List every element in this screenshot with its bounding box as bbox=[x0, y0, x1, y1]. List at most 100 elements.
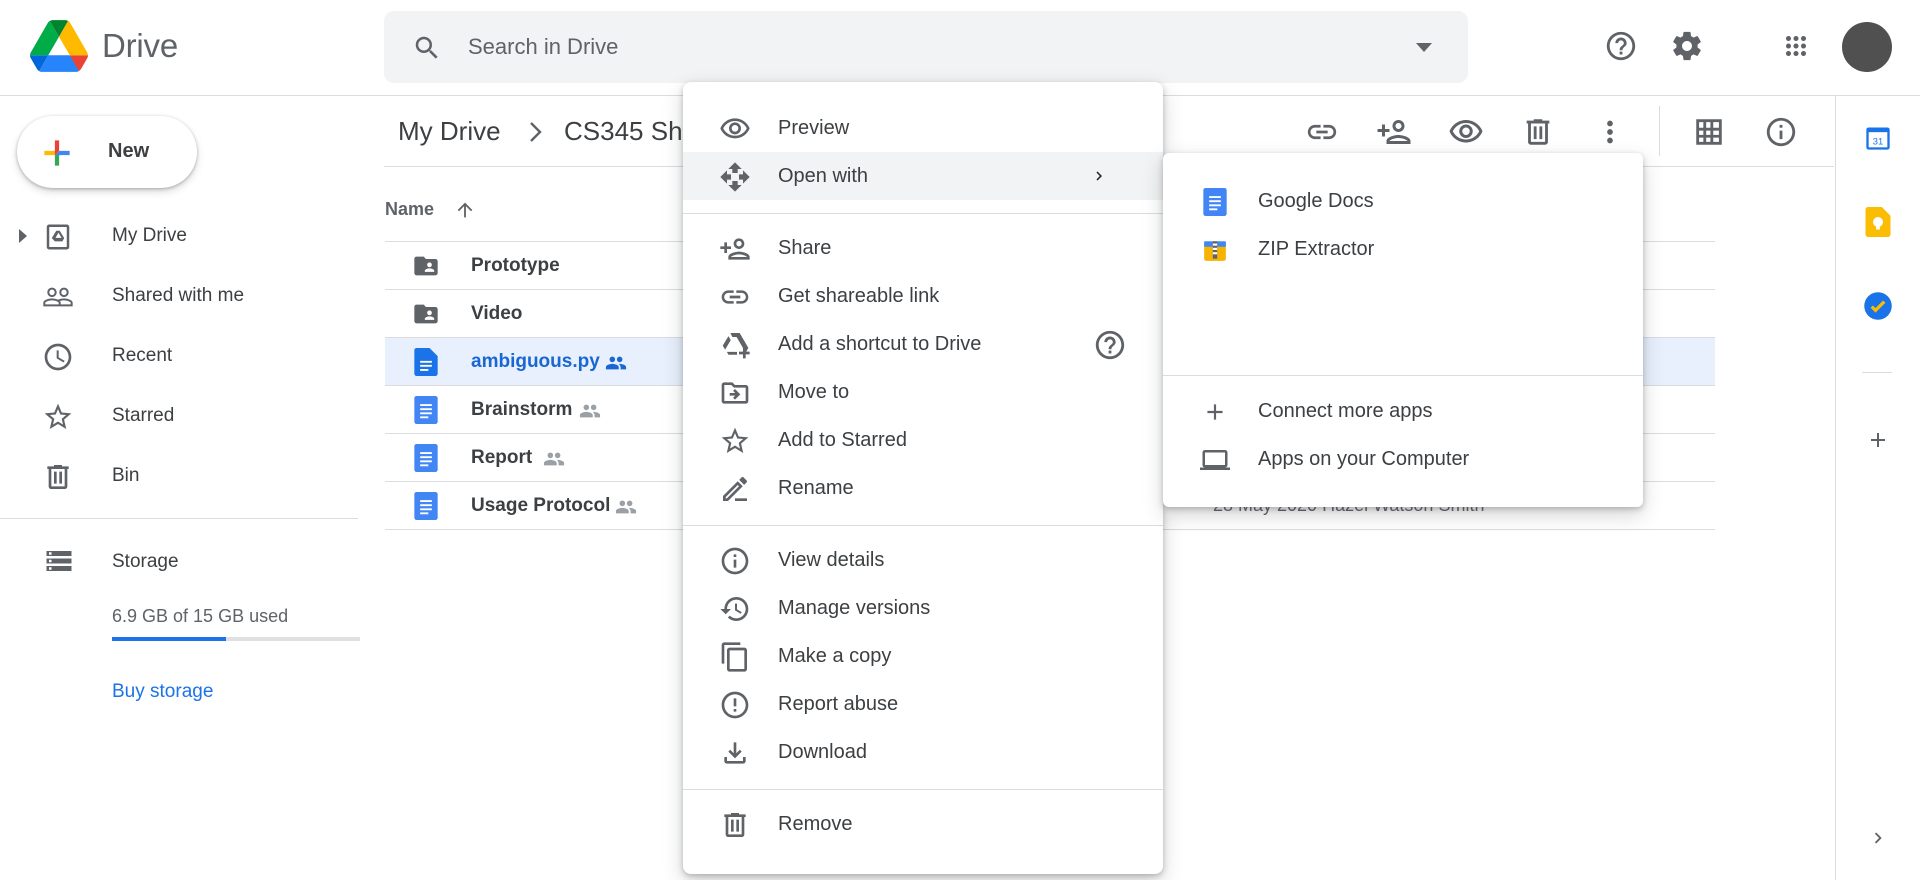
submenu-item-label: ZIP Extractor bbox=[1258, 238, 1375, 260]
menu-item-add-shortcut[interactable]: Add a shortcut to Drive bbox=[683, 320, 1163, 368]
sidebar-item-label: My Drive bbox=[112, 225, 187, 246]
menu-item-view-details[interactable]: View details bbox=[683, 536, 1163, 584]
apps-grid-icon[interactable] bbox=[1776, 26, 1816, 66]
grid-view-icon[interactable] bbox=[1689, 112, 1729, 152]
file-name: Prototype bbox=[471, 255, 560, 276]
calendar-icon[interactable]: 31 bbox=[1858, 118, 1898, 158]
svg-text:31: 31 bbox=[1873, 136, 1883, 146]
submenu-item-connect-more-apps[interactable]: Connect more apps bbox=[1163, 387, 1643, 435]
search-input[interactable] bbox=[468, 11, 1348, 83]
menu-item-remove[interactable]: Remove bbox=[683, 800, 1163, 848]
add-addon-icon[interactable] bbox=[1858, 420, 1898, 460]
menu-item-rename[interactable]: Rename bbox=[683, 464, 1163, 512]
storage-progress-fill bbox=[112, 637, 227, 641]
submenu-item-label: Google Docs bbox=[1258, 190, 1374, 212]
info-icon[interactable] bbox=[1761, 112, 1801, 152]
doc-file-icon bbox=[411, 492, 441, 520]
history-icon bbox=[719, 593, 751, 625]
sort-arrow-up-icon[interactable] bbox=[454, 199, 476, 221]
star-icon bbox=[719, 425, 751, 457]
drive-logo-icon[interactable] bbox=[30, 20, 88, 72]
column-header-name[interactable]: Name bbox=[385, 199, 434, 220]
zip-extractor-icon bbox=[1199, 234, 1231, 266]
keep-icon[interactable] bbox=[1858, 202, 1898, 242]
eye-icon bbox=[719, 113, 751, 145]
add-person-icon bbox=[719, 233, 751, 265]
clock-icon bbox=[42, 341, 74, 373]
file-name: Video bbox=[471, 303, 523, 324]
menu-item-make-a-copy[interactable]: Make a copy bbox=[683, 632, 1163, 680]
sidebar-item-shared-with-me[interactable]: Shared with me bbox=[0, 271, 358, 319]
add-person-icon[interactable] bbox=[1374, 112, 1414, 152]
menu-divider bbox=[683, 213, 1163, 214]
storage-label[interactable]: Storage bbox=[112, 551, 179, 573]
open-with-icon bbox=[719, 161, 751, 193]
file-name: Usage Protocol bbox=[471, 495, 611, 516]
menu-item-label: Report abuse bbox=[778, 693, 899, 715]
submenu-item-label: Apps on your Computer bbox=[1258, 448, 1470, 470]
search-options-icon[interactable] bbox=[1416, 43, 1432, 53]
storage-progress-bar bbox=[112, 637, 360, 641]
sidebar-divider bbox=[0, 518, 358, 519]
settings-icon[interactable] bbox=[1667, 26, 1707, 66]
search-bar[interactable] bbox=[384, 11, 1468, 83]
file-name: Brainstorm bbox=[471, 399, 573, 420]
submenu-item-label: Connect more apps bbox=[1258, 400, 1433, 422]
shared-folder-icon bbox=[411, 300, 441, 328]
eye-icon[interactable] bbox=[1446, 112, 1486, 152]
menu-divider bbox=[683, 789, 1163, 790]
shared-people-icon bbox=[579, 404, 601, 418]
menu-item-label: Make a copy bbox=[778, 645, 892, 667]
side-panel-divider bbox=[1835, 96, 1836, 880]
chevron-right-icon bbox=[1096, 171, 1102, 181]
expand-panel-icon[interactable] bbox=[1858, 818, 1898, 858]
breadcrumb-my-drive[interactable]: My Drive bbox=[398, 116, 501, 147]
submenu-item-google-docs[interactable]: Google Docs bbox=[1163, 177, 1643, 225]
account-avatar[interactable] bbox=[1842, 22, 1892, 72]
menu-item-download[interactable]: Download bbox=[683, 728, 1163, 776]
sidebar-item-label: Shared with me bbox=[112, 285, 245, 306]
menu-item-label: Manage versions bbox=[778, 597, 931, 619]
menu-item-label: Remove bbox=[778, 813, 853, 835]
menu-divider bbox=[683, 525, 1163, 526]
link-icon[interactable] bbox=[1302, 112, 1342, 152]
sidebar-item-recent[interactable]: Recent bbox=[0, 331, 358, 379]
chevron-right-icon bbox=[530, 122, 542, 142]
toolbar-divider bbox=[1659, 106, 1660, 156]
menu-item-label: Rename bbox=[778, 477, 854, 499]
storage-icon bbox=[46, 551, 72, 571]
help-icon[interactable] bbox=[1093, 328, 1127, 362]
new-button-label: New bbox=[108, 140, 150, 162]
menu-item-move-to[interactable]: Move to bbox=[683, 368, 1163, 416]
menu-item-open-with[interactable]: Open with bbox=[683, 152, 1163, 200]
menu-item-get-shareable-link[interactable]: Get shareable link bbox=[683, 272, 1163, 320]
menu-item-label: Move to bbox=[778, 381, 850, 403]
sidebar-item-my-drive[interactable]: My Drive bbox=[0, 211, 358, 259]
submenu-divider bbox=[1163, 375, 1643, 376]
menu-item-share[interactable]: Share bbox=[683, 224, 1163, 272]
search-icon[interactable] bbox=[412, 33, 442, 63]
menu-item-label: Download bbox=[778, 741, 867, 763]
menu-item-add-to-starred[interactable]: Add to Starred bbox=[683, 416, 1163, 464]
info-icon bbox=[719, 545, 751, 577]
submenu-item-apps-on-computer[interactable]: Apps on your Computer bbox=[1163, 435, 1643, 483]
menu-item-preview[interactable]: Preview bbox=[683, 104, 1163, 152]
plus-icon bbox=[1199, 396, 1231, 428]
menu-item-report-abuse[interactable]: Report abuse bbox=[683, 680, 1163, 728]
menu-item-label: Open with bbox=[778, 165, 869, 187]
google-docs-icon bbox=[1199, 186, 1231, 218]
trash-icon[interactable] bbox=[1518, 112, 1558, 152]
submenu-item-zip-extractor[interactable]: ZIP Extractor bbox=[1163, 225, 1643, 273]
my-drive-icon bbox=[42, 221, 74, 253]
report-icon bbox=[719, 689, 751, 721]
more-vert-icon[interactable] bbox=[1590, 112, 1630, 152]
tasks-icon[interactable] bbox=[1858, 286, 1898, 326]
move-to-icon bbox=[719, 377, 751, 409]
sidebar-item-starred[interactable]: Starred bbox=[0, 391, 358, 439]
storage-usage-text: 6.9 GB of 15 GB used bbox=[112, 606, 289, 626]
help-icon[interactable] bbox=[1601, 26, 1641, 66]
menu-item-manage-versions[interactable]: Manage versions bbox=[683, 584, 1163, 632]
buy-storage-link[interactable]: Buy storage bbox=[112, 681, 213, 703]
sidebar-item-bin[interactable]: Bin bbox=[0, 451, 358, 499]
breadcrumb-current-folder[interactable]: CS345 Sh bbox=[564, 116, 683, 147]
